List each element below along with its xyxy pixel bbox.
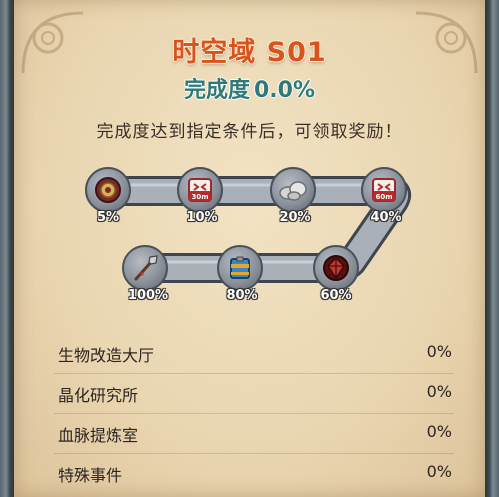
- list-item: 特殊事件 0%: [54, 454, 454, 493]
- area-progress: 0%: [426, 422, 452, 441]
- milestone-percent: 60%: [320, 288, 352, 303]
- milestone-node-20[interactable]: [270, 167, 316, 213]
- parchment-panel: 时空域 S01 完成度 0.0% 完成度达到指定条件后，可领取奖励！ 30m 6…: [14, 0, 485, 497]
- list-item: 晶化研究所 0%: [54, 374, 454, 414]
- area-name: 晶化研究所: [58, 386, 139, 405]
- milestone-node-100[interactable]: [122, 245, 168, 291]
- gold-medal-icon: [95, 177, 121, 203]
- milestone-percent: 100%: [127, 288, 169, 303]
- speedup-60m-icon: 60m: [372, 178, 396, 202]
- milestone-node-60[interactable]: [313, 245, 359, 291]
- svg-text:30m: 30m: [191, 193, 208, 201]
- milestone-percent: 10%: [186, 210, 218, 225]
- milestone-node-5[interactable]: [85, 167, 131, 213]
- ore-rocks-icon: [279, 181, 307, 201]
- area-name: 血脉提炼室: [58, 426, 139, 445]
- milestone-percent: 20%: [279, 210, 311, 225]
- list-item: 血脉提炼室 0%: [54, 414, 454, 454]
- list-item: 生物改造大厅 0%: [54, 334, 454, 374]
- svg-text:60m: 60m: [375, 193, 392, 201]
- speedup-30m-icon: 30m: [188, 178, 212, 202]
- milestone-percent: 40%: [370, 210, 402, 225]
- area-progress: 0%: [426, 342, 452, 361]
- milestone-percent: 5%: [96, 210, 120, 225]
- milestone-node-40[interactable]: 60m: [361, 167, 407, 213]
- supply-crate-icon: [230, 256, 250, 279]
- red-crystal-icon: [323, 255, 349, 281]
- milestone-node-80[interactable]: [217, 245, 263, 291]
- spear-icon: [134, 255, 158, 281]
- area-progress-list: 生物改造大厅 0% 晶化研究所 0% 血脉提炼室 0% 特殊事件 0%: [54, 334, 454, 493]
- area-progress: 0%: [426, 382, 452, 401]
- area-name: 生物改造大厅: [58, 346, 155, 365]
- milestone-node-10[interactable]: 30m: [177, 167, 223, 213]
- area-progress: 0%: [426, 462, 452, 481]
- milestone-percent: 80%: [226, 288, 258, 303]
- area-name: 特殊事件: [58, 466, 123, 485]
